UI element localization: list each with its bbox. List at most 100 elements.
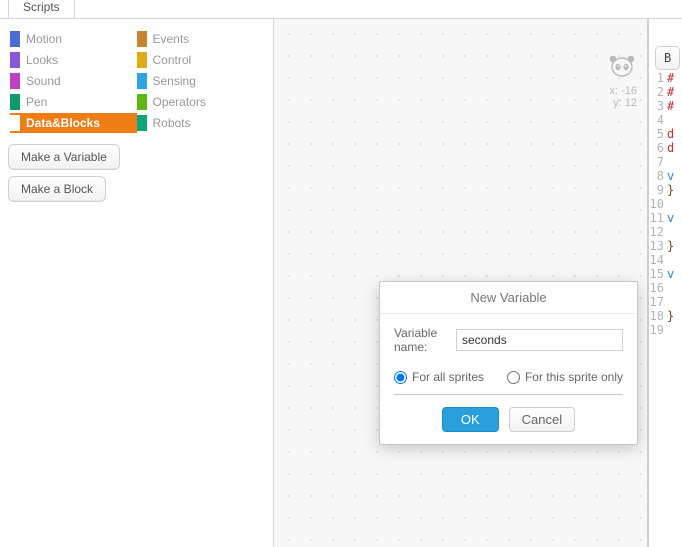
category-sound[interactable]: Sound (10, 71, 137, 91)
code-snippet: v (667, 267, 674, 281)
code-panel-button[interactable]: B (655, 46, 680, 70)
category-data[interactable]: Data&Blocks (10, 113, 137, 133)
line-number: 8 (649, 169, 667, 183)
code-snippet: # (667, 99, 674, 113)
tab-scripts[interactable]: Scripts (8, 0, 75, 18)
line-number: 13 (649, 239, 667, 253)
line-number: 4 (649, 113, 667, 127)
code-snippet: # (667, 71, 674, 85)
line-number: 19 (649, 323, 667, 337)
code-panel-sliver: B 1#2#3#45d6d78v9}1011v1213}1415v161718}… (648, 19, 682, 547)
motion-swatch (10, 31, 20, 47)
scope-this-radio[interactable] (507, 371, 520, 384)
code-line: 3# (649, 99, 682, 113)
line-number: 10 (649, 197, 667, 211)
line-number: 17 (649, 295, 667, 309)
line-number: 1 (649, 71, 667, 85)
line-number: 2 (649, 85, 667, 99)
new-variable-dialog: New Variable Variable name: For all spri… (379, 281, 638, 445)
sensing-label: Sensing (153, 74, 196, 88)
control-label: Control (153, 53, 192, 67)
category-events[interactable]: Events (137, 29, 264, 49)
blocks-palette-panel: Motion Looks Sound Pen Data&Blocks Events Con… (0, 19, 274, 547)
motion-label: Motion (26, 32, 62, 46)
scope-this-sprite-option[interactable]: For this sprite only (507, 370, 623, 384)
robots-swatch (137, 115, 147, 131)
cancel-button[interactable]: Cancel (509, 407, 575, 432)
code-line: 9} (649, 183, 682, 197)
line-number: 18 (649, 309, 667, 323)
ok-button[interactable]: OK (442, 407, 499, 432)
code-snippet: v (667, 169, 674, 183)
looks-label: Looks (26, 53, 58, 67)
category-operators[interactable]: Operators (137, 92, 264, 112)
line-number: 11 (649, 211, 667, 225)
panda-icon (607, 53, 637, 79)
category-robots[interactable]: Robots (137, 113, 264, 133)
code-snippet: } (667, 183, 674, 197)
sprite-info: x: -16 y: 12 (607, 53, 637, 109)
make-variable-button[interactable]: Make a Variable (8, 144, 120, 170)
code-line: 10 (649, 197, 682, 211)
category-pen[interactable]: Pen (10, 92, 137, 112)
scope-all-label: For all sprites (412, 370, 484, 384)
dialog-title: New Variable (380, 282, 637, 314)
code-line: 7 (649, 155, 682, 169)
scope-all-radio[interactable] (394, 371, 407, 384)
line-number: 5 (649, 127, 667, 141)
category-sensing[interactable]: Sensing (137, 71, 264, 91)
sprite-x-label: x: (609, 85, 618, 97)
sprite-y-value: 12 (625, 97, 637, 109)
operators-label: Operators (153, 95, 206, 109)
sprite-x-value: -16 (621, 85, 637, 97)
code-line: 13} (649, 239, 682, 253)
code-line: 11v (649, 211, 682, 225)
code-snippet: # (667, 85, 674, 99)
code-line: 1# (649, 71, 682, 85)
make-block-button[interactable]: Make a Block (8, 176, 106, 202)
code-line: 18} (649, 309, 682, 323)
line-number: 16 (649, 281, 667, 295)
sprite-y-label: y: (613, 97, 622, 109)
sound-swatch (10, 73, 20, 89)
code-line: 8v (649, 169, 682, 183)
code-line: 6d (649, 141, 682, 155)
code-snippet: } (667, 239, 674, 253)
code-line: 12 (649, 225, 682, 239)
robots-label: Robots (153, 116, 191, 130)
line-number: 14 (649, 253, 667, 267)
variable-name-label: Variable name: (394, 326, 450, 354)
data-swatch (10, 115, 20, 131)
looks-swatch (10, 52, 20, 68)
scope-all-sprites-option[interactable]: For all sprites (394, 370, 484, 384)
code-line: 15v (649, 267, 682, 281)
category-list: Motion Looks Sound Pen Data&Blocks Events Con… (0, 25, 273, 134)
line-number: 9 (649, 183, 667, 197)
events-label: Events (153, 32, 190, 46)
control-swatch (137, 52, 147, 68)
line-number: 15 (649, 267, 667, 281)
code-line: 19 (649, 323, 682, 337)
variable-name-input[interactable] (456, 329, 623, 351)
code-line: 2# (649, 85, 682, 99)
code-snippet: d (667, 127, 674, 141)
category-motion[interactable]: Motion (10, 29, 137, 49)
line-number: 12 (649, 225, 667, 239)
code-line: 4 (649, 113, 682, 127)
line-number: 3 (649, 99, 667, 113)
code-line: 5d (649, 127, 682, 141)
code-line: 14 (649, 253, 682, 267)
code-snippet: v (667, 211, 674, 225)
sound-label: Sound (26, 74, 61, 88)
code-line: 16 (649, 281, 682, 295)
line-number: 7 (649, 155, 667, 169)
events-swatch (137, 31, 147, 47)
data-label: Data&Blocks (26, 116, 100, 130)
category-looks[interactable]: Looks (10, 50, 137, 70)
code-snippet: d (667, 141, 674, 155)
scope-this-label: For this sprite only (525, 370, 623, 384)
category-control[interactable]: Control (137, 50, 264, 70)
operators-swatch (137, 94, 147, 110)
code-line: 17 (649, 295, 682, 309)
code-snippet: } (667, 309, 674, 323)
